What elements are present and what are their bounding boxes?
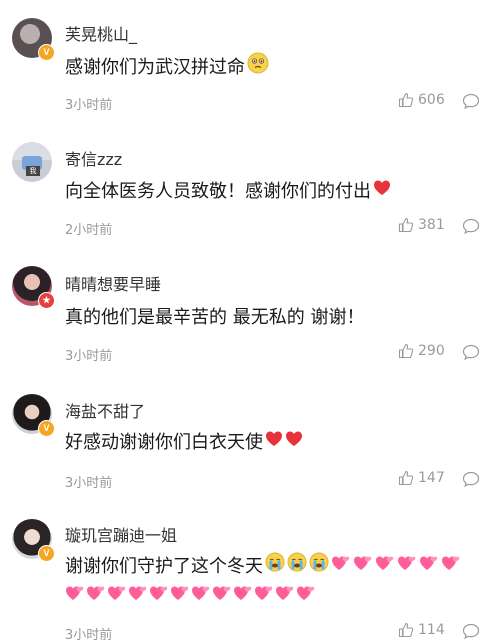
like-count: 114 (418, 622, 445, 638)
pink-hearts-emoji-icon (375, 552, 395, 582)
timestamp: 3小时前 (65, 98, 113, 113)
pink-hearts-emoji-icon (233, 582, 253, 612)
pink-hearts-emoji-icon (254, 582, 274, 612)
pink-hearts-emoji-icon (331, 552, 351, 582)
verified-badge-icon: V (38, 545, 55, 562)
pink-hearts-emoji-icon (275, 582, 295, 612)
verified-badge-icon: V (38, 420, 55, 437)
verified-badge-icon: V (38, 44, 55, 61)
thumbs-up-icon (398, 622, 414, 638)
pink-hearts-emoji-icon (107, 582, 127, 612)
pink-hearts-emoji-icon (191, 582, 211, 612)
comment-text-row: 感谢你们为武汉拼过命 (65, 52, 495, 84)
red-heart-emoji-icon (265, 428, 283, 458)
thumbs-up-icon (398, 343, 414, 359)
pink-hearts-emoji-icon (212, 582, 232, 612)
crying-face-emoji-icon (309, 552, 329, 582)
pink-hearts-emoji-icon (149, 582, 169, 612)
pink-hearts-emoji-icon (296, 582, 316, 612)
timestamp: 2小时前 (65, 223, 113, 238)
avatar[interactable]: V (12, 519, 55, 562)
comment-text-row: 向全体医务人员致敬！感谢你们的付出 (65, 177, 495, 207)
avatar[interactable]: V (12, 18, 55, 61)
pink-hearts-emoji-icon (65, 582, 85, 612)
username[interactable]: 璇玑宫蹦迪一姐 (65, 522, 177, 546)
reply-icon[interactable] (462, 92, 480, 110)
pink-hearts-emoji-icon (128, 582, 148, 612)
pink-hearts-emoji-icon (170, 582, 190, 612)
username[interactable]: 寄信zzz (65, 146, 122, 170)
thumbs-up-icon (398, 470, 414, 486)
avatar[interactable]: V (12, 394, 55, 437)
timestamp: 3小时前 (65, 628, 113, 643)
pink-hearts-emoji-icon (353, 552, 373, 582)
comment-text: 谢谢你们守护了这个冬天 (65, 556, 263, 577)
reply-icon[interactable] (462, 622, 480, 640)
username[interactable]: 晴晴想要早睡 (65, 271, 161, 295)
comment-text-row: 好感动谢谢你们白衣天使 (65, 428, 495, 458)
reply-icon[interactable] (462, 470, 480, 488)
like-button[interactable]: 606 (398, 92, 445, 108)
like-count: 147 (418, 470, 445, 486)
crying-face-emoji-icon (287, 552, 307, 582)
timestamp: 3小时前 (65, 476, 113, 491)
like-button[interactable]: 290 (398, 343, 445, 359)
like-count: 381 (418, 217, 445, 233)
thumbs-up-icon (398, 92, 414, 108)
reply-icon[interactable] (462, 217, 480, 235)
like-button[interactable]: 114 (398, 622, 445, 638)
username[interactable]: 海盐不甜了 (65, 398, 145, 422)
timestamp: 3小时前 (65, 349, 113, 364)
comment-text: 真的他们是最辛苦的 最无私的 谢谢！ (65, 307, 365, 328)
like-button[interactable]: 147 (398, 470, 445, 486)
teary-face-emoji-icon (247, 52, 269, 84)
comment-text: 向全体医务人员致敬！感谢你们的付出 (65, 181, 371, 202)
comment-text-row: 谢谢你们守护了这个冬天 (65, 552, 495, 612)
comment-text-row: 真的他们是最辛苦的 最无私的 谢谢！ (65, 303, 495, 333)
like-button[interactable]: 381 (398, 217, 445, 233)
red-heart-emoji-icon (373, 177, 391, 207)
thumbs-up-icon (398, 217, 414, 233)
pink-hearts-emoji-icon (441, 552, 461, 582)
avatar[interactable]: ★ (12, 266, 55, 309)
red-heart-emoji-icon (285, 428, 303, 458)
like-count: 606 (418, 92, 445, 108)
member-badge-icon: ★ (38, 292, 55, 309)
username[interactable]: 芙晃桃山_ (65, 21, 137, 45)
comment-text: 感谢你们为武汉拼过命 (65, 57, 245, 78)
crying-face-emoji-icon (265, 552, 285, 582)
pink-hearts-emoji-icon (397, 552, 417, 582)
reply-icon[interactable] (462, 343, 480, 361)
like-count: 290 (418, 343, 445, 359)
avatar[interactable]: 我 (12, 142, 52, 182)
pink-hearts-emoji-icon (86, 582, 106, 612)
comment-text: 好感动谢谢你们白衣天使 (65, 432, 263, 453)
pink-hearts-emoji-icon (419, 552, 439, 582)
